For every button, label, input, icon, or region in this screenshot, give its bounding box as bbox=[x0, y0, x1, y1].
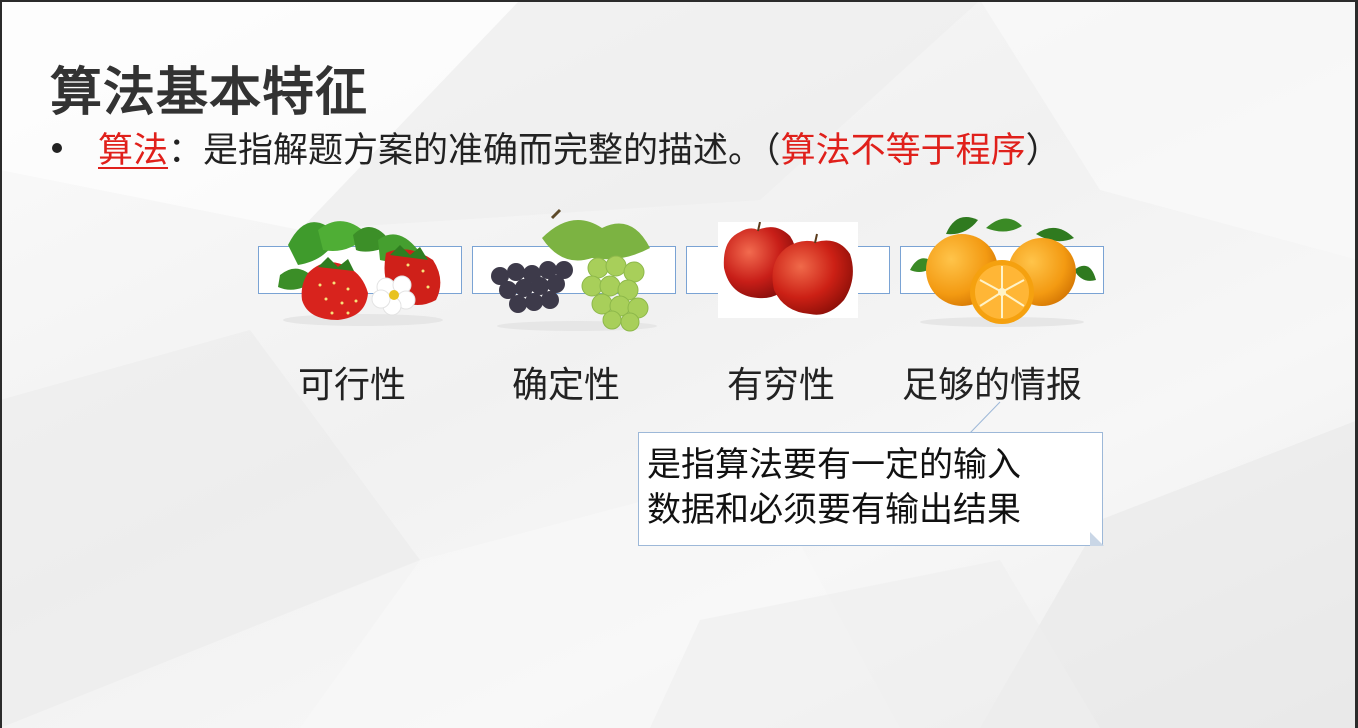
callout-pointer bbox=[969, 401, 1001, 434]
callout-line-1: 是指算法要有一定的输入 bbox=[647, 445, 1021, 485]
callout-fold bbox=[1090, 532, 1104, 546]
slide: 算法基本特征 算法：是指解题方案的准确而完整的描述。（算法不等于程序） 可行性 … bbox=[0, 0, 1358, 728]
callout-line-2: 数据和必须要有输出结果 bbox=[647, 490, 1021, 530]
callout-box: 是指算法要有一定的输入 数据和必须要有输出结果 bbox=[638, 432, 1103, 546]
